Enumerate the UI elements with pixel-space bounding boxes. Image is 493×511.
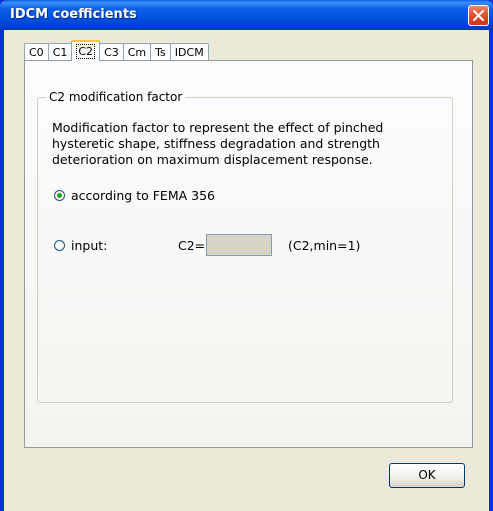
tab-label: Ts bbox=[155, 46, 166, 59]
description-line: hysteretic shape, stiffness degradation … bbox=[52, 136, 380, 151]
fema-radio-button[interactable] bbox=[54, 190, 65, 201]
tab-c2[interactable]: C2 bbox=[71, 40, 101, 61]
tab-cm[interactable]: Cm bbox=[122, 43, 152, 61]
description-text: Modification factor to represent the eff… bbox=[52, 120, 442, 168]
fema-option-label: according to FEMA 356 bbox=[71, 188, 215, 203]
description-line: Modification factor to represent the eff… bbox=[52, 120, 384, 135]
tab-idcm[interactable]: IDCM bbox=[169, 43, 209, 61]
c2-field-label: C2= bbox=[178, 238, 206, 253]
tab-page-c2: C2 modification factor Modification fact… bbox=[24, 60, 473, 448]
tab-c3[interactable]: C3 bbox=[99, 43, 124, 61]
c2-value-input[interactable] bbox=[206, 234, 272, 256]
tab-label: IDCM bbox=[174, 46, 204, 59]
tab-strip: C0 C1 C2 C3 Cm Ts IDCM bbox=[24, 39, 209, 61]
description-line: deterioration on maximum displacement re… bbox=[52, 152, 373, 167]
close-icon bbox=[473, 10, 484, 21]
tab-c1[interactable]: C1 bbox=[47, 43, 73, 61]
tab-label: C3 bbox=[104, 46, 119, 59]
c2-groupbox: C2 modification factor Modification fact… bbox=[37, 90, 453, 403]
input-option[interactable]: input: bbox=[54, 238, 107, 253]
c2-min-note: (C2,min=1) bbox=[288, 238, 361, 253]
groupbox-legend: C2 modification factor bbox=[46, 90, 186, 104]
close-button[interactable] bbox=[468, 5, 489, 26]
tab-label: C0 bbox=[29, 46, 44, 59]
fema-option[interactable]: according to FEMA 356 bbox=[54, 188, 215, 203]
tab-label: C2 bbox=[76, 44, 96, 59]
tab-ts[interactable]: Ts bbox=[150, 43, 171, 61]
title-bar[interactable]: IDCM coefficients bbox=[0, 0, 493, 30]
window-title: IDCM coefficients bbox=[10, 7, 137, 22]
input-option-label: input: bbox=[71, 238, 108, 253]
ok-button[interactable]: OK bbox=[389, 463, 465, 488]
input-radio-button[interactable] bbox=[54, 240, 65, 251]
tab-label: C1 bbox=[52, 46, 68, 59]
tab-label: Cm bbox=[127, 46, 147, 59]
tab-c0[interactable]: C0 bbox=[24, 43, 49, 61]
dialog-window: IDCM coefficients C0 C1 C2 C3 Cm Ts IDCM… bbox=[0, 0, 493, 511]
